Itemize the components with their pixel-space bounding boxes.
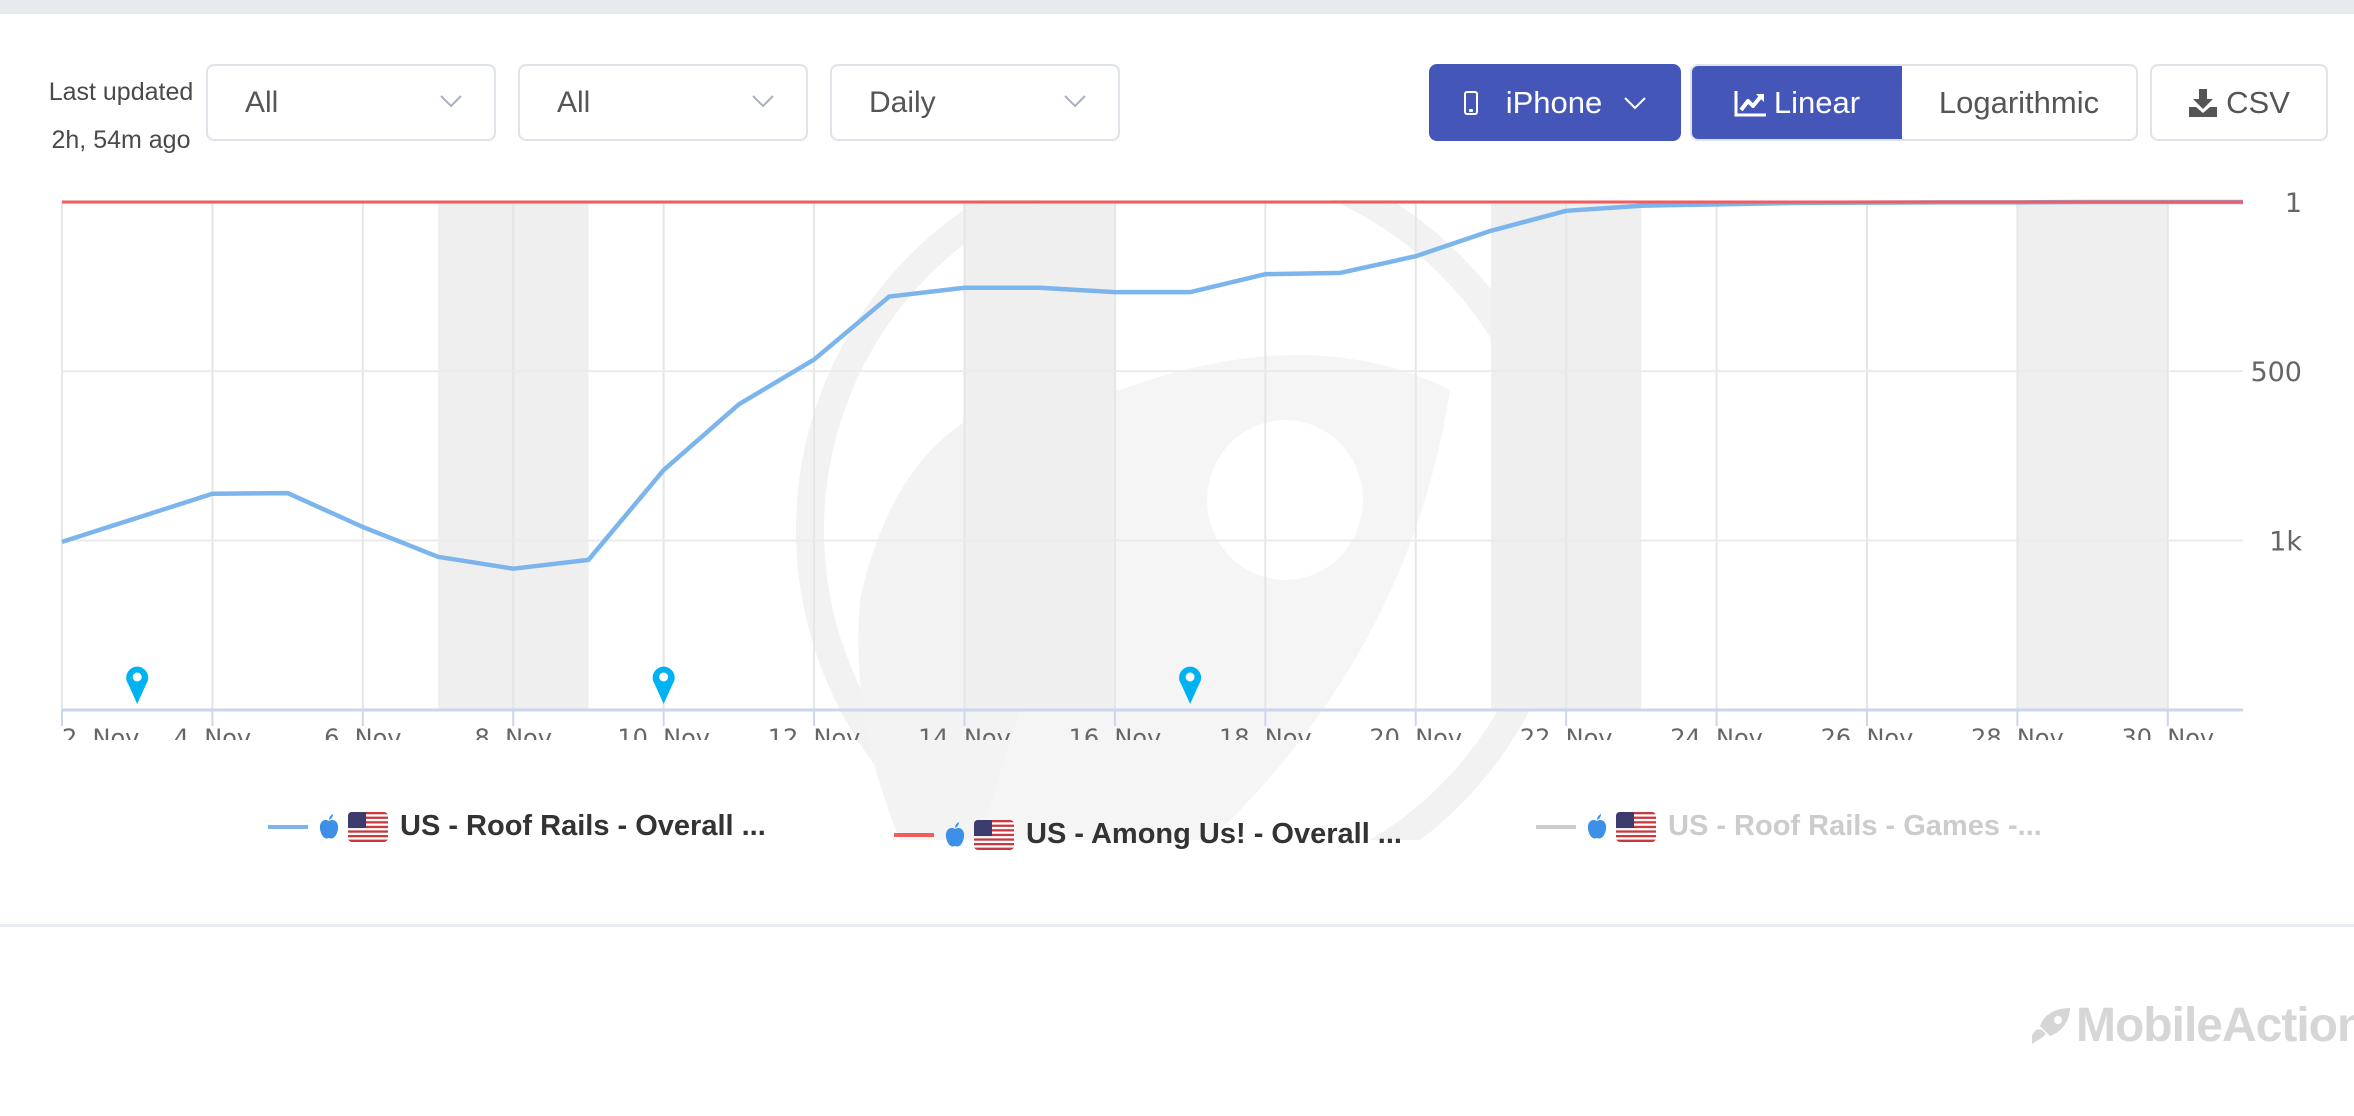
last-updated-value: 2h, 54m ago bbox=[51, 126, 191, 154]
linear-scale-label: Linear bbox=[1773, 84, 1861, 120]
x-tick-label: 22. Nov bbox=[1520, 724, 1613, 740]
event-pin-icon[interactable] bbox=[1179, 666, 1202, 704]
x-tick-label: 30. Nov bbox=[2121, 724, 2214, 740]
legend-label: US - Roof Rails - Games -... bbox=[1668, 810, 2042, 842]
csv-label: CSV bbox=[2226, 84, 2290, 120]
x-tick-label: 28. Nov bbox=[1971, 724, 2064, 740]
chevron-down-icon bbox=[1064, 95, 1086, 108]
logarithmic-scale-label: Logarithmic bbox=[1938, 84, 2100, 120]
rocket-logo-icon bbox=[2032, 1007, 2070, 1044]
chevron-down-icon bbox=[752, 95, 774, 108]
pin-hole bbox=[1185, 672, 1195, 682]
event-pin-icon[interactable] bbox=[652, 666, 675, 704]
legend-item-roof-rails-games[interactable]: US - Roof Rails - Games -... bbox=[1536, 810, 2042, 843]
x-tick-label: 18. Nov bbox=[1219, 724, 1312, 740]
x-tick-label: 20. Nov bbox=[1369, 724, 1462, 740]
x-tick-label: 8. Nov bbox=[475, 724, 552, 740]
x-tick-label: 4. Nov bbox=[174, 724, 251, 740]
pin-body bbox=[652, 666, 675, 704]
rank-chart: 2. Nov 4. Nov 6. Nov 8. Nov 10. Nov 12. Nov 14… bbox=[61, 188, 2302, 740]
last-updated: Last updated 2h, 54m ago bbox=[36, 68, 206, 164]
weekend-band bbox=[964, 202, 1115, 710]
logarithmic-scale-button[interactable]: Logarithmic bbox=[1902, 66, 2136, 139]
granularity-dropdown-value: Daily bbox=[869, 85, 936, 119]
csv-download-button[interactable]: CSV bbox=[2150, 64, 2328, 141]
line-chart-icon bbox=[1734, 90, 1766, 116]
legend-swatch bbox=[894, 832, 934, 837]
pin-body bbox=[1179, 666, 1202, 704]
legend-swatch bbox=[268, 824, 308, 829]
phone-icon bbox=[1463, 90, 1478, 115]
x-tick-label: 26. Nov bbox=[1821, 724, 1914, 740]
x-tick-label: 24. Nov bbox=[1670, 724, 1763, 740]
pin-body bbox=[126, 666, 149, 704]
chevron-down-icon bbox=[440, 95, 462, 108]
x-tick-label: 12. Nov bbox=[768, 724, 861, 740]
device-select-label: iPhone bbox=[1505, 84, 1603, 120]
last-updated-label: Last updated bbox=[48, 78, 194, 106]
x-tick-label: 16. Nov bbox=[1069, 724, 1162, 740]
apple-icon bbox=[1587, 813, 1607, 839]
scale-toggle: Linear Logarithmic bbox=[1690, 64, 2138, 141]
granularity-dropdown[interactable]: Daily bbox=[830, 64, 1120, 141]
filter-dropdown-1[interactable]: All bbox=[206, 64, 496, 141]
linear-scale-button[interactable]: Linear bbox=[1692, 66, 1902, 139]
x-tick-label: 10. Nov bbox=[617, 724, 710, 740]
mobileaction-logo: MobileAction bbox=[2030, 998, 2354, 1053]
download-icon bbox=[2189, 88, 2218, 117]
y-tick-label: 1k bbox=[2269, 527, 2302, 558]
filter-dropdown-2[interactable]: All bbox=[518, 64, 808, 141]
chevron-down-icon bbox=[1624, 96, 1646, 109]
apple-icon bbox=[945, 821, 965, 847]
legend-label: US - Among Us! - Overall ... bbox=[1026, 818, 1402, 850]
y-tick-label: 1 bbox=[2285, 188, 2302, 219]
us-flag-icon bbox=[348, 811, 388, 842]
us-flag-icon bbox=[1616, 811, 1656, 842]
section-divider bbox=[0, 924, 2354, 927]
brand-name: MobileAction bbox=[2076, 999, 2354, 1052]
filter-dropdown-1-value: All bbox=[245, 85, 279, 119]
filter-dropdown-2-value: All bbox=[557, 85, 591, 119]
top-bar bbox=[0, 0, 2354, 14]
legend-swatch bbox=[1536, 824, 1576, 829]
pin-hole bbox=[132, 672, 142, 682]
x-tick-label: 6. Nov bbox=[324, 724, 401, 740]
weekend-band bbox=[2017, 202, 2168, 710]
legend-item-roof-rails-overall[interactable]: US - Roof Rails - Overall ... bbox=[268, 810, 766, 843]
y-tick-label: 500 bbox=[2250, 357, 2302, 388]
event-pin-icon[interactable] bbox=[126, 666, 149, 704]
us-flag-icon bbox=[974, 819, 1014, 850]
x-tick-label: 14. Nov bbox=[918, 724, 1011, 740]
apple-icon bbox=[319, 813, 339, 839]
legend-label: US - Roof Rails - Overall ... bbox=[400, 810, 766, 842]
x-tick-label: 2. Nov bbox=[62, 724, 139, 740]
pin-hole bbox=[659, 672, 669, 682]
series-line-0 bbox=[61, 199, 2243, 571]
device-select-button[interactable]: iPhone bbox=[1429, 64, 1681, 141]
legend-item-among-us-overall[interactable]: US - Among Us! - Overall ... bbox=[894, 818, 1402, 851]
